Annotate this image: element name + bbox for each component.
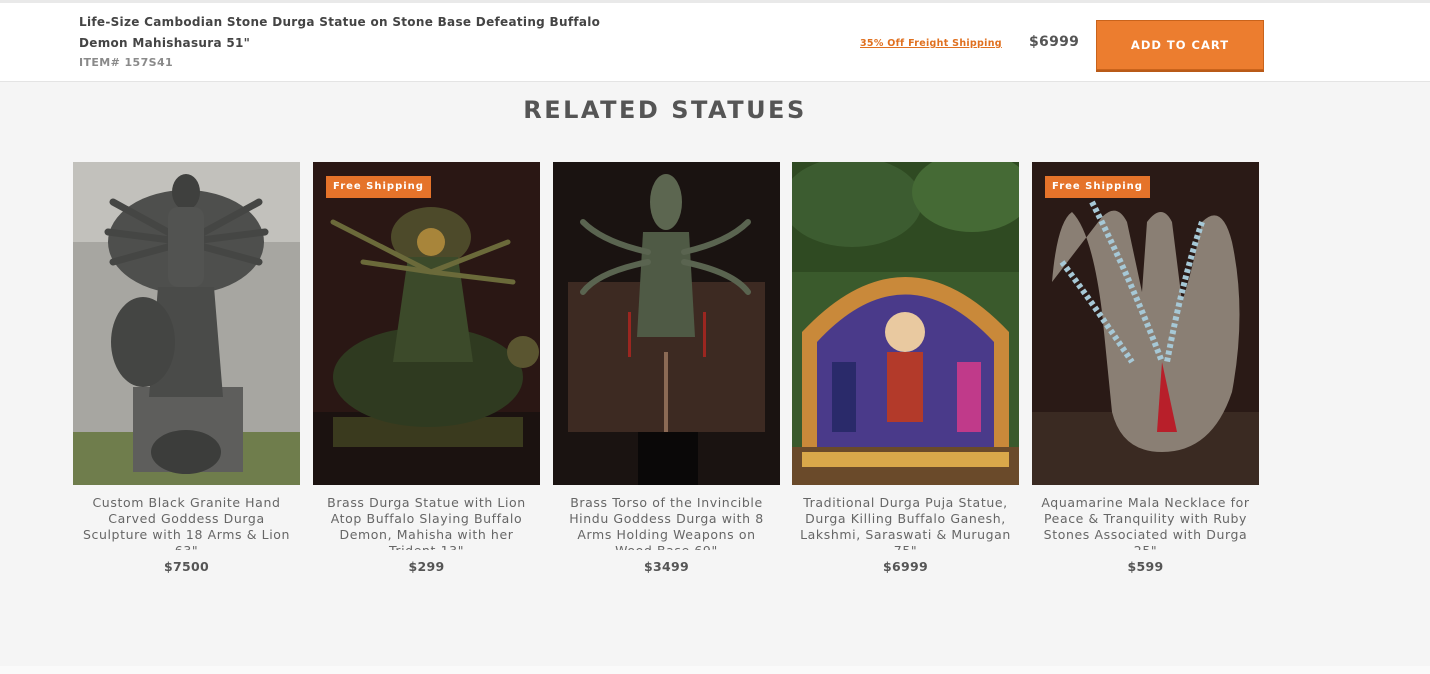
product-price: $3499: [644, 559, 689, 574]
product-card[interactable]: Free Shipping Aquamarine Mala Necklace f…: [1032, 162, 1259, 574]
product-card[interactable]: Custom Black Granite Hand Carved Goddess…: [73, 162, 300, 574]
brass-durga-lion-image: [313, 162, 540, 485]
product-name[interactable]: Traditional Durga Puja Statue, Durga Kil…: [792, 495, 1019, 550]
product-image-brass-durga-lion[interactable]: Free Shipping: [313, 162, 540, 485]
product-card[interactable]: Free Shipping Brass Durga Statue with Li…: [313, 162, 540, 574]
section-divider: [0, 666, 1430, 674]
durga-puja-image: [792, 162, 1019, 485]
product-name[interactable]: Custom Black Granite Hand Carved Goddess…: [73, 495, 300, 550]
product-image-brass-torso[interactable]: [553, 162, 780, 485]
product-name[interactable]: Brass Durga Statue with Lion Atop Buffal…: [313, 495, 540, 550]
related-statues-heading: RELATED STATUES: [523, 96, 807, 124]
product-name[interactable]: Brass Torso of the Invincible Hindu Godd…: [553, 495, 780, 550]
product-price: $299: [408, 559, 445, 574]
free-shipping-badge: Free Shipping: [326, 176, 431, 198]
product-title: Life-Size Cambodian Stone Durga Statue o…: [79, 15, 601, 50]
product-price: $7500: [164, 559, 209, 574]
product-card[interactable]: Traditional Durga Puja Statue, Durga Kil…: [792, 162, 1019, 574]
aquamarine-mala-image: [1032, 162, 1259, 485]
product-image-aquamarine-mala[interactable]: Free Shipping: [1032, 162, 1259, 485]
product-name[interactable]: Aquamarine Mala Necklace for Peace & Tra…: [1032, 495, 1259, 550]
sticky-product-bar: Life-Size Cambodian Stone Durga Statue o…: [0, 0, 1430, 82]
product-price: $599: [1127, 559, 1164, 574]
granite-durga-image: [73, 162, 300, 485]
item-number: ITEM# 157S41: [79, 56, 174, 69]
freight-shipping-link[interactable]: 35% Off Freight Shipping: [860, 38, 1002, 49]
product-image-durga-puja[interactable]: [792, 162, 1019, 485]
product-image-granite-durga[interactable]: [73, 162, 300, 485]
product-price: $6999: [1029, 34, 1080, 50]
product-card[interactable]: Brass Torso of the Invincible Hindu Godd…: [553, 162, 780, 574]
product-price: $6999: [883, 559, 928, 574]
brass-torso-image: [553, 162, 780, 485]
add-to-cart-button[interactable]: ADD TO CART: [1096, 20, 1264, 70]
free-shipping-badge: Free Shipping: [1045, 176, 1150, 198]
